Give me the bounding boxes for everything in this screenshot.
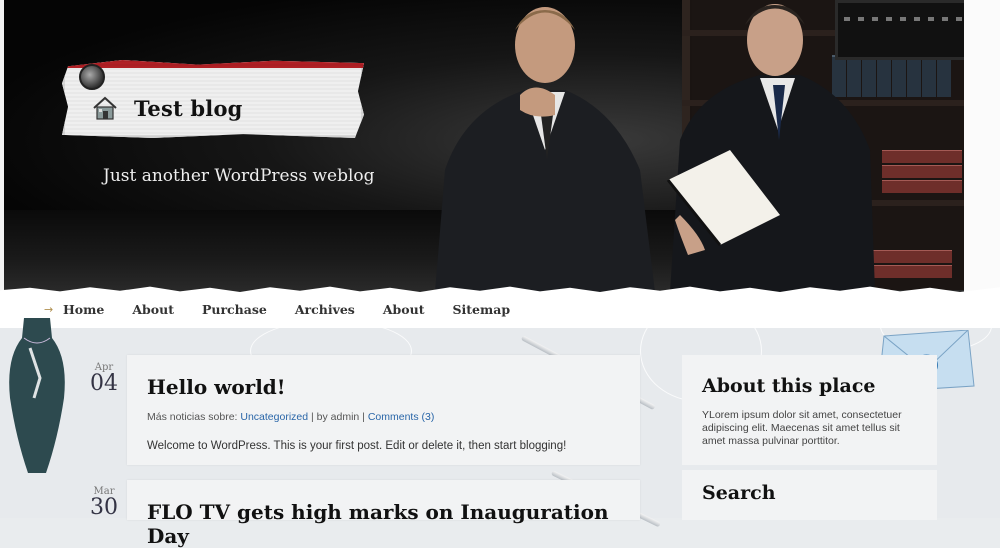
widget-title: Search xyxy=(702,482,776,504)
dress-form-image xyxy=(9,318,65,473)
post-title[interactable]: FLO TV gets high marks on Inauguration D… xyxy=(147,500,640,548)
post-excerpt: Welcome to WordPress. This is your first… xyxy=(147,440,567,452)
nav-item-archives[interactable]: Archives xyxy=(295,302,355,317)
nav-item-purchase[interactable]: Purchase xyxy=(202,302,267,317)
nav-item-about[interactable]: About xyxy=(132,302,174,317)
site-tagline: Just another WordPress weblog xyxy=(103,166,375,186)
businessman-image-2 xyxy=(666,4,875,292)
post-date-day: 30 xyxy=(90,495,118,520)
site-title[interactable]: Test blog xyxy=(134,96,243,121)
sidebar-search-widget: Search xyxy=(682,470,937,520)
post-date: Apr 04 xyxy=(86,362,122,395)
post-meta: Más noticias sobre: Uncategorized | by a… xyxy=(147,411,435,423)
main-navigation: → Home About Purchase Archives About Sit… xyxy=(0,292,1000,328)
arrow-right-icon: → xyxy=(44,303,54,316)
sidebar-about-widget: About this place YLorem ipsum dolor sit … xyxy=(682,355,937,465)
post-card: Hello world! Más noticias sobre: Uncateg… xyxy=(127,355,640,465)
widget-title: About this place xyxy=(702,375,876,397)
house-icon xyxy=(93,96,117,120)
site-header: Test blog Just another WordPress weblog xyxy=(0,0,1000,292)
businessman-image-1 xyxy=(435,7,655,292)
post-title[interactable]: Hello world! xyxy=(147,375,286,399)
post-date-day: 04 xyxy=(90,371,118,396)
nav-item-sitemap[interactable]: Sitemap xyxy=(452,302,510,317)
comments-link[interactable]: Comments (3) xyxy=(368,411,435,423)
post-card: FLO TV gets high marks on Inauguration D… xyxy=(127,480,640,548)
nav-item-home[interactable]: Home xyxy=(63,302,104,317)
pin-icon xyxy=(79,64,105,90)
nav-item-about-2[interactable]: About xyxy=(383,302,425,317)
post-date: Mar 30 xyxy=(86,486,122,519)
widget-text: YLorem ipsum dolor sit amet, consectetue… xyxy=(702,409,902,447)
category-link[interactable]: Uncategorized xyxy=(240,411,308,423)
